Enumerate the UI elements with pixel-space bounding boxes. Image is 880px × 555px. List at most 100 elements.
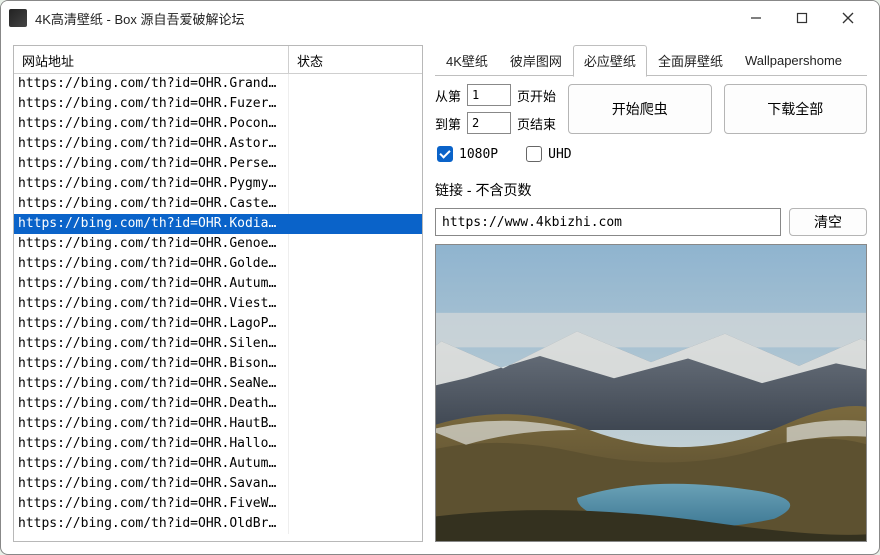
from-page-label: 从第 <box>435 86 461 105</box>
start-crawl-button[interactable]: 开始爬虫 <box>568 84 711 134</box>
list-item-url: https://bing.com/th?id=OHR.OldBr... <box>14 514 289 534</box>
to-page-input[interactable] <box>467 112 511 134</box>
list-item-url: https://bing.com/th?id=OHR.Fuzer... <box>14 94 289 114</box>
tab-3[interactable]: 全面屏壁纸 <box>647 45 734 76</box>
list-item-status <box>289 494 422 514</box>
to-page-suffix: 页结束 <box>517 114 556 133</box>
list-item[interactable]: https://bing.com/th?id=OHR.SeaNe... <box>14 374 422 394</box>
window-title: 4K高清壁纸 - Box 源自吾爱破解论坛 <box>35 9 244 28</box>
list-item[interactable]: https://bing.com/th?id=OHR.Silen... <box>14 334 422 354</box>
list-item-url: https://bing.com/th?id=OHR.Pocon... <box>14 114 289 134</box>
list-item-url: https://bing.com/th?id=OHR.FiveW... <box>14 494 289 514</box>
checkbox-uhd[interactable]: UHD <box>526 146 571 162</box>
from-page-suffix: 页开始 <box>517 86 556 105</box>
list-item-status <box>289 334 422 354</box>
from-page-input[interactable] <box>467 84 511 106</box>
image-preview <box>435 244 867 542</box>
clear-button[interactable]: 清空 <box>789 208 867 236</box>
to-page-label: 到第 <box>435 114 461 133</box>
list-item-url: https://bing.com/th?id=OHR.Viest... <box>14 294 289 314</box>
list-item-url: https://bing.com/th?id=OHR.Astor... <box>14 134 289 154</box>
list-item-status <box>289 254 422 274</box>
list-item[interactable]: https://bing.com/th?id=OHR.Bison... <box>14 354 422 374</box>
list-item[interactable]: https://bing.com/th?id=OHR.Perse... <box>14 154 422 174</box>
list-item-status <box>289 514 422 534</box>
list-item-status <box>289 414 422 434</box>
tab-underline <box>435 75 867 76</box>
list-header: 网站地址 状态 <box>14 46 422 74</box>
url-list[interactable]: https://bing.com/th?id=OHR.Grand...https… <box>14 74 422 541</box>
list-item[interactable]: https://bing.com/th?id=OHR.Autum... <box>14 454 422 474</box>
list-item-url: https://bing.com/th?id=OHR.Golde... <box>14 254 289 274</box>
titlebar[interactable]: 4K高清壁纸 - Box 源自吾爱破解论坛 <box>1 1 879 35</box>
list-item-status <box>289 474 422 494</box>
list-item[interactable]: https://bing.com/th?id=OHR.Pygmy... <box>14 174 422 194</box>
list-item[interactable]: https://bing.com/th?id=OHR.Genoe... <box>14 234 422 254</box>
list-item-url: https://bing.com/th?id=OHR.Bison... <box>14 354 289 374</box>
list-item-url: https://bing.com/th?id=OHR.Grand... <box>14 74 289 94</box>
list-item[interactable]: https://bing.com/th?id=OHR.LagoP... <box>14 314 422 334</box>
list-item[interactable]: https://bing.com/th?id=OHR.Golde... <box>14 254 422 274</box>
list-item-status <box>289 194 422 214</box>
list-item-status <box>289 154 422 174</box>
list-item-url: https://bing.com/th?id=OHR.Pygmy... <box>14 174 289 194</box>
list-item[interactable]: https://bing.com/th?id=OHR.HautB... <box>14 414 422 434</box>
list-item-status <box>289 314 422 334</box>
list-item[interactable]: https://bing.com/th?id=OHR.Pocon... <box>14 114 422 134</box>
preview-illustration <box>436 245 866 541</box>
list-item-status <box>289 374 422 394</box>
checkbox-1080p[interactable]: 1080P <box>437 146 498 162</box>
list-item-url: https://bing.com/th?id=OHR.Caste... <box>14 194 289 214</box>
column-header-status[interactable]: 状态 <box>289 46 422 73</box>
list-item-url: https://bing.com/th?id=OHR.Silen... <box>14 334 289 354</box>
checkbox-uhd-box <box>526 146 542 162</box>
list-item[interactable]: https://bing.com/th?id=OHR.Hallo... <box>14 434 422 454</box>
list-item[interactable]: https://bing.com/th?id=OHR.Caste... <box>14 194 422 214</box>
tab-2[interactable]: 必应壁纸 <box>573 45 647 77</box>
list-item[interactable]: https://bing.com/th?id=OHR.Autum... <box>14 274 422 294</box>
source-tabs: 4K壁纸彼岸图网必应壁纸全面屏壁纸Wallpapershome <box>435 45 867 75</box>
checkbox-1080p-box <box>437 146 453 162</box>
list-item[interactable]: https://bing.com/th?id=OHR.Savan... <box>14 474 422 494</box>
list-item-url: https://bing.com/th?id=OHR.Savan... <box>14 474 289 494</box>
list-item-url: https://bing.com/th?id=OHR.SeaNe... <box>14 374 289 394</box>
tab-4[interactable]: Wallpapershome <box>734 47 853 74</box>
maximize-button[interactable] <box>779 3 825 33</box>
tab-0[interactable]: 4K壁纸 <box>435 45 499 76</box>
list-item-status <box>289 394 422 414</box>
url-list-panel: 网站地址 状态 https://bing.com/th?id=OHR.Grand… <box>13 45 423 542</box>
list-item-status <box>289 114 422 134</box>
list-item[interactable]: https://bing.com/th?id=OHR.Grand... <box>14 74 422 94</box>
link-input[interactable] <box>435 208 781 236</box>
list-item-status <box>289 294 422 314</box>
list-item-status <box>289 434 422 454</box>
list-item-status <box>289 174 422 194</box>
close-button[interactable] <box>825 3 871 33</box>
app-window: 4K高清壁纸 - Box 源自吾爱破解论坛 网站地址 状态 https://bi… <box>0 0 880 555</box>
list-item[interactable]: https://bing.com/th?id=OHR.FiveW... <box>14 494 422 514</box>
list-item-url: https://bing.com/th?id=OHR.Genoe... <box>14 234 289 254</box>
list-item[interactable]: https://bing.com/th?id=OHR.Astor... <box>14 134 422 154</box>
list-item[interactable]: https://bing.com/th?id=OHR.OldBr... <box>14 514 422 534</box>
list-item-status <box>289 94 422 114</box>
list-item-status <box>289 234 422 254</box>
list-item-status <box>289 354 422 374</box>
list-item-url: https://bing.com/th?id=OHR.Autum... <box>14 274 289 294</box>
list-item-status <box>289 74 422 94</box>
resolution-options: 1080P UHD <box>435 142 867 168</box>
list-item[interactable]: https://bing.com/th?id=OHR.Kodia... <box>14 214 422 234</box>
column-header-url[interactable]: 网站地址 <box>14 46 289 73</box>
minimize-button[interactable] <box>733 3 779 33</box>
checkbox-uhd-label: UHD <box>548 147 571 162</box>
download-all-button[interactable]: 下载全部 <box>724 84 867 134</box>
app-icon <box>9 9 27 27</box>
list-item-url: https://bing.com/th?id=OHR.Hallo... <box>14 434 289 454</box>
content-area: 网站地址 状态 https://bing.com/th?id=OHR.Grand… <box>1 35 879 554</box>
list-item-url: https://bing.com/th?id=OHR.Perse... <box>14 154 289 174</box>
list-item[interactable]: https://bing.com/th?id=OHR.Fuzer... <box>14 94 422 114</box>
list-item[interactable]: https://bing.com/th?id=OHR.Death... <box>14 394 422 414</box>
list-item-status <box>289 134 422 154</box>
list-item[interactable]: https://bing.com/th?id=OHR.Viest... <box>14 294 422 314</box>
tab-1[interactable]: 彼岸图网 <box>499 45 573 76</box>
page-controls: 从第 页开始 到第 页结束 开始爬虫 下载全部 <box>435 84 867 134</box>
